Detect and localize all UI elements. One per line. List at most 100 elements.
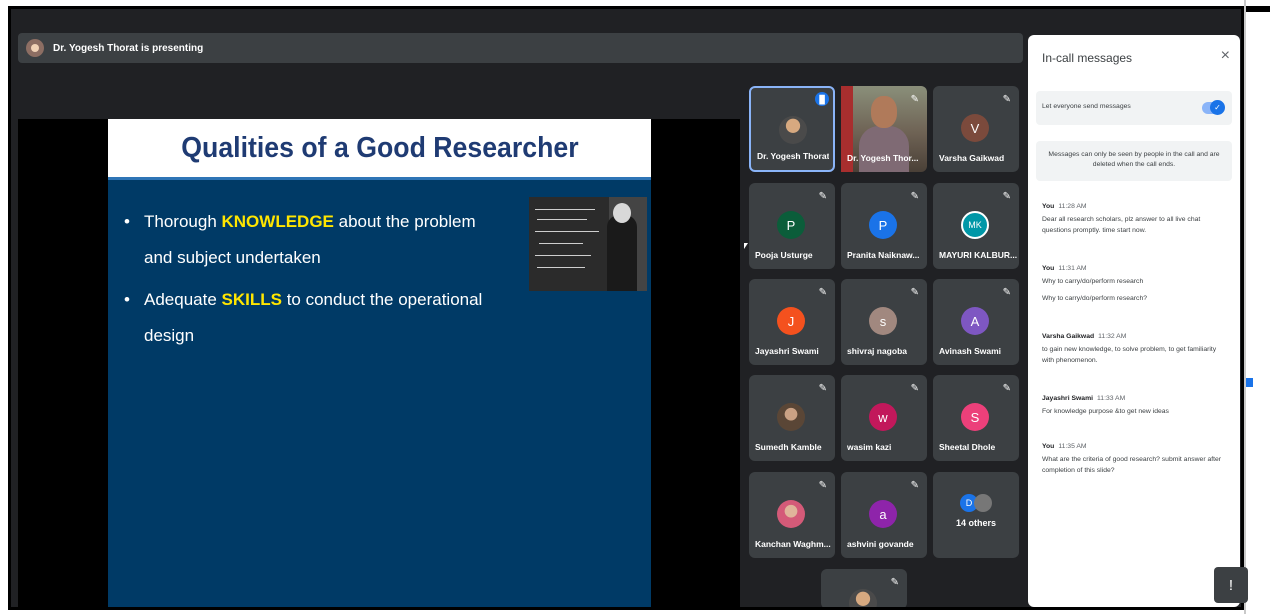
avatar: J [777,307,805,335]
bullet-dot: • [124,212,130,231]
bullet-1-post: about the problem [333,212,476,231]
participant-tile[interactable]: MK ✎ MAYURI KALBUR... [933,183,1019,269]
einstein-photo [529,197,647,291]
presentation-slide: Qualities of a Good Researcher • Thorough… [108,119,651,607]
avatar: s [869,307,897,335]
participant-name: Dr. Yogesh Thor... [847,153,919,163]
participant-name: Jayashri Swami [755,346,819,356]
others-count: 14 others [955,518,997,528]
mic-off-icon: ✎ [910,94,919,105]
participant-name: Pranita Naiknaw... [847,250,920,260]
avatar [974,494,992,512]
avatar: MK [961,211,989,239]
mic-off-icon: ✎ [1002,191,1011,202]
message-time: 11:33 AM [1097,395,1126,402]
bullet-1-pre: Thorough [144,212,222,231]
others-tile[interactable]: D 14 others [933,472,1019,558]
meet-window: Dr. Yogesh Thorat is presenting Qualitie… [8,6,1244,610]
presenting-label: Dr. Yogesh Thorat is presenting [53,42,204,54]
speaking-icon: ▐▌ [815,92,829,106]
message-text: Why to carry/do/perform research [1042,278,1144,285]
browser-edge [1244,0,1270,614]
message-text: What are the criteria of good research? … [1042,456,1222,474]
avatar: A [961,307,989,335]
chat-message: You 11:28 AM Dear all research scholars, … [1042,201,1230,236]
message-text: Why to carry/do/perform research? [1042,295,1148,302]
avatar [777,403,805,431]
mic-off-icon: ✎ [818,287,827,298]
video-person [859,126,909,172]
avatar: S [961,403,989,431]
avatar [777,500,805,528]
participant-name: Pooja Usturge [755,250,813,260]
message-text: to gain new knowledge, to solve problem,… [1042,346,1217,364]
participant-name: Sumedh Kamble [755,442,822,452]
bullet-dot: • [124,290,130,309]
chat-message: Varsha Gaikwad 11:32 AM to gain new knowl… [1042,331,1230,366]
participant-tile[interactable]: a ✎ ashvini govande [841,472,927,558]
scroll-marker[interactable] [1246,378,1253,387]
participant-tile[interactable]: s ✎ shivraj nagoba [841,279,927,365]
participant-tile[interactable]: ✎ Dr. Yogesh Thor... [841,86,927,172]
bullet-2-highlight: SKILLS [221,290,282,309]
slide-title-divider [108,177,651,180]
mic-off-icon: ✎ [1002,287,1011,298]
participant-tile[interactable]: V ✎ Varsha Gaikwad [933,86,1019,172]
message-time: 11:28 AM [1058,203,1087,210]
bullet-1-highlight: KNOWLEDGE [221,212,334,231]
message-time: 11:32 AM [1098,333,1127,340]
others-avatars: D [960,494,992,512]
panel-title: In-call messages [1042,51,1133,65]
send-messages-toggle[interactable] [1202,100,1225,115]
mic-off-icon: ✎ [818,191,827,202]
participant-name: Dr. Yogesh Thorat [757,151,830,161]
avatar [779,116,807,144]
message-sender: You [1042,443,1055,450]
bullet-2-post: to conduct the operational [281,290,483,309]
mic-off-icon: ✎ [818,480,827,491]
presenting-bar: Dr. Yogesh Thorat is presenting [18,33,1023,63]
participant-tile[interactable]: ▐▌ Dr. Yogesh Thorat [749,86,835,172]
self-tile[interactable]: ✎ [821,569,907,607]
message-sender: Jayashri Swami [1042,395,1094,402]
photo-head [613,203,631,223]
message-sender: You [1042,203,1055,210]
participant-name: MAYURI KALBUR... [939,250,1017,260]
participant-tile[interactable]: J ✎ Jayashri Swami [749,279,835,365]
message-text: Dear all research scholars, plz answer t… [1042,216,1201,234]
help-icon[interactable]: ! [1214,567,1248,603]
setting-label: Let everyone send messages [1042,103,1131,110]
participant-tile[interactable]: w ✎ wasim kazi [841,375,927,461]
mic-off-icon: ✎ [890,577,899,588]
mouse-cursor [744,243,748,249]
participant-tile[interactable]: P ✎ Pooja Usturge [749,183,835,269]
avatar: V [961,114,989,142]
chat-message: You 11:31 AM Why to carry/do/perform rese… [1042,263,1230,304]
presenter-avatar [26,39,44,57]
participant-name: Kanchan Waghm... [755,539,831,549]
participant-tile[interactable]: ✎ Sumedh Kamble [749,375,835,461]
mic-off-icon: ✎ [910,383,919,394]
message-time: 11:35 AM [1058,443,1087,450]
video-face [871,96,897,128]
avatar [849,589,877,607]
mic-off-icon: ✎ [910,287,919,298]
slide-bullet-1: • Thorough KNOWLEDGE about the problem [124,203,476,240]
slide-title-bar: Qualities of a Good Researcher [108,119,651,177]
slide-bullet-2: • Adequate SKILLS to conduct the operatio… [124,281,482,318]
message-sender: Varsha Gaikwad [1042,333,1095,340]
send-messages-setting: Let everyone send messages [1036,91,1232,125]
message-time: 11:31 AM [1058,265,1087,272]
avatar: w [869,403,897,431]
avatar: a [869,500,897,528]
mic-off-icon: ✎ [818,383,827,394]
participant-tile[interactable]: P ✎ Pranita Naiknaw... [841,183,927,269]
participant-name: Varsha Gaikwad [939,153,1005,163]
participant-tile[interactable]: A ✎ Avinash Swami [933,279,1019,365]
chat-message: You 11:35 AM What are the criteria of goo… [1042,441,1230,476]
close-icon[interactable]: × [1221,47,1230,65]
in-call-messages-panel: In-call messages × Let everyone send mes… [1028,35,1240,607]
participant-tile[interactable]: S ✎ Sheetal Dhole [933,375,1019,461]
message-text: For knowledge purpose &to get new ideas [1042,408,1169,415]
participant-tile[interactable]: ✎ Kanchan Waghm... [749,472,835,558]
